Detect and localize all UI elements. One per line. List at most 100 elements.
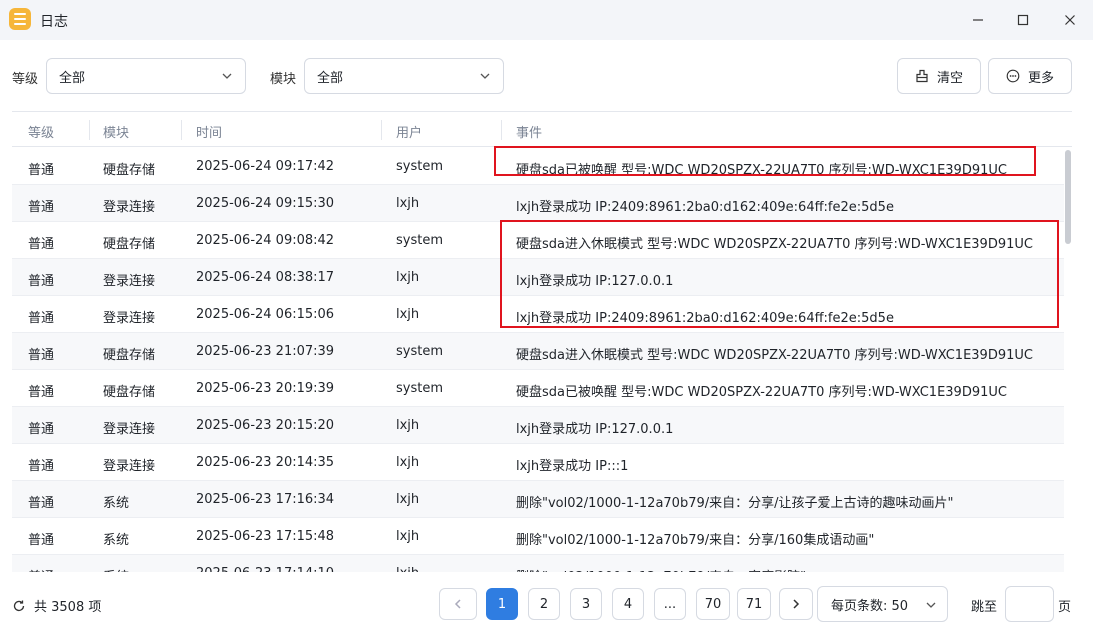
cell-time: 2025-06-23 17:14:10 (196, 566, 334, 572)
prev-page-button[interactable] (439, 588, 477, 620)
level-select[interactable]: 全部 (46, 58, 246, 94)
cell-time: 2025-06-23 17:15:48 (196, 529, 335, 544)
table-row[interactable]: 普通 硬盘存储 2025-06-24 09:17:42 system 硬盘sda已被唤醒… (12, 148, 1064, 185)
cell-time: 2025-06-23 17:16:34 (196, 492, 335, 507)
column-header-user[interactable]: 用户 (396, 122, 422, 141)
more-button-label: 更多 (1027, 70, 1054, 86)
refresh-icon[interactable] (12, 599, 26, 613)
page-button-70[interactable]: 70 (696, 588, 730, 620)
cell-event: 硬盘sda已被唤醒 型号:WDC WD20SPZX-22UA7T0 序列号:WD… (516, 163, 1007, 178)
column-header-module[interactable]: 模块 (103, 122, 129, 141)
cell-module: 登录连接 (103, 274, 156, 289)
cell-level: 普通 (28, 200, 55, 215)
cell-user: system (396, 381, 443, 396)
cell-level: 普通 (28, 274, 55, 289)
table-row[interactable]: 普通 系统 2025-06-23 17:14:10 lxjh 删除"vol02/1000… (12, 555, 1064, 572)
cell-time: 2025-06-24 09:08:42 (196, 233, 335, 248)
maximize-icon[interactable] (1009, 8, 1037, 32)
column-header-level[interactable]: 等级 (28, 122, 54, 141)
table-row[interactable]: 普通 系统 2025-06-23 17:16:34 lxjh 删除"vol02/1000… (12, 481, 1064, 518)
total-count-text: 共 3508 项 (34, 600, 102, 615)
cell-time: 2025-06-24 06:15:06 (196, 307, 335, 322)
chevron-left-icon (454, 599, 461, 609)
table-row[interactable]: 普通 登录连接 2025-06-23 20:14:35 lxjh lxjh登录成功 IP… (12, 444, 1064, 481)
table-header: 等级 模块 时间 用户 事件 (12, 111, 1072, 147)
page-button-71[interactable]: 71 (737, 588, 771, 620)
cell-module: 登录连接 (103, 459, 156, 474)
cell-event: lxjh登录成功 IP:::1 (516, 459, 629, 474)
cell-level: 普通 (28, 237, 55, 252)
cell-time: 2025-06-23 20:15:20 (196, 418, 335, 433)
page-size-select[interactable]: 每页条数: 50 (817, 586, 948, 622)
jump-suffix: 页 (1058, 600, 1072, 615)
cell-user: lxjh (396, 455, 420, 470)
more-dots-icon (1006, 69, 1020, 83)
table-row[interactable]: 普通 登录连接 2025-06-24 08:38:17 lxjh lxjh登录成功 IP… (12, 259, 1064, 296)
cell-event: 硬盘sda进入休眠模式 型号:WDC WD20SPZX-22UA7T0 序列号:… (516, 348, 1033, 363)
cell-module: 系统 (103, 533, 130, 548)
cell-user: lxjh (396, 566, 419, 572)
cell-module: 硬盘存储 (103, 385, 156, 400)
cell-event: 硬盘sda进入休眠模式 型号:WDC WD20SPZX-22UA7T0 序列号:… (516, 237, 1033, 252)
cell-time: 2025-06-24 09:15:30 (196, 196, 335, 211)
cell-module: 硬盘存储 (103, 237, 156, 252)
cell-user: lxjh (396, 529, 420, 544)
chevron-right-icon (793, 599, 800, 609)
module-select-value: 全部 (317, 70, 344, 86)
cell-level: 普通 (28, 533, 55, 548)
cell-user: system (396, 233, 443, 248)
page-button-3[interactable]: 3 (570, 588, 602, 620)
page-button-1[interactable]: 1 (486, 588, 518, 620)
more-button[interactable]: 更多 (988, 58, 1072, 94)
column-header-event[interactable]: 事件 (516, 122, 542, 141)
table-row[interactable]: 普通 硬盘存储 2025-06-24 09:08:42 system 硬盘sda进入休眠… (12, 222, 1064, 259)
table-row[interactable]: 普通 硬盘存储 2025-06-23 20:19:39 system 硬盘sda已被唤醒… (12, 370, 1064, 407)
table-row[interactable]: 普通 登录连接 2025-06-23 20:15:20 lxjh lxjh登录成功 IP… (12, 407, 1064, 444)
cell-event: 删除"vol02/1000-1-12a70b79/来自：分享/让孩子爱上古诗的趣… (516, 496, 954, 511)
close-icon[interactable] (1056, 8, 1084, 32)
page-button-4[interactable]: 4 (612, 588, 644, 620)
page-size-value: 每页条数: 50 (831, 598, 909, 614)
page-ellipsis-button[interactable]: ... (654, 588, 686, 620)
module-filter-label: 模块 (270, 72, 297, 87)
chevron-down-icon (926, 602, 936, 608)
cell-level: 普通 (28, 385, 55, 400)
cell-event: 硬盘sda已被唤醒 型号:WDC WD20SPZX-22UA7T0 序列号:WD… (516, 385, 1007, 400)
cell-module: 登录连接 (103, 422, 156, 437)
table-row[interactable]: 普通 登录连接 2025-06-24 06:15:06 lxjh lxjh登录成功 IP… (12, 296, 1064, 333)
cell-module: 硬盘存储 (103, 163, 156, 178)
jump-page-input[interactable] (1005, 586, 1054, 622)
page-button-2[interactable]: 2 (528, 588, 560, 620)
cell-time: 2025-06-23 21:07:39 (196, 344, 335, 359)
cell-module: 登录连接 (103, 311, 156, 326)
cell-user: lxjh (396, 418, 420, 433)
cell-time: 2025-06-23 20:19:39 (196, 381, 335, 396)
cell-event: lxjh登录成功 IP:2409:8961:2ba0:d162:409e:64f… (516, 311, 894, 326)
minimize-icon[interactable] (964, 8, 992, 32)
chevron-down-icon (480, 73, 490, 79)
cell-user: lxjh (396, 196, 420, 211)
cell-time: 2025-06-24 08:38:17 (196, 270, 335, 285)
column-header-time[interactable]: 时间 (196, 122, 222, 141)
total-count: 共 3508 项 (12, 596, 101, 615)
cell-event: 删除"vol02/1000-1-12a70b79/来自：家庭影院" (516, 566, 806, 572)
cell-event: lxjh登录成功 IP:127.0.0.1 (516, 422, 674, 437)
vertical-scrollbar[interactable] (1065, 150, 1071, 244)
level-select-value: 全部 (59, 70, 86, 86)
level-filter-label: 等级 (12, 72, 39, 87)
next-page-button[interactable] (779, 588, 813, 620)
cell-user: lxjh (396, 492, 420, 507)
table-row[interactable]: 普通 硬盘存储 2025-06-23 21:07:39 system 硬盘sda进入休眠… (12, 333, 1064, 370)
cell-time: 2025-06-24 09:17:42 (196, 159, 335, 174)
cell-time: 2025-06-23 20:14:35 (196, 455, 335, 470)
cell-event: 删除"vol02/1000-1-12a70b79/来自：分享/160集成语动画" (516, 533, 875, 548)
clear-button[interactable]: 清空 (897, 58, 981, 94)
jump-label: 跳至 (971, 600, 998, 615)
log-app-icon (9, 8, 31, 30)
table-row[interactable]: 普通 系统 2025-06-23 17:15:48 lxjh 删除"vol02/1000… (12, 518, 1064, 555)
cell-module: 系统 (103, 496, 130, 511)
cell-module: 系统 (103, 566, 129, 572)
table-row[interactable]: 普通 登录连接 2025-06-24 09:15:30 lxjh lxjh登录成功 IP… (12, 185, 1064, 222)
cell-user: lxjh (396, 270, 420, 285)
module-select[interactable]: 全部 (304, 58, 504, 94)
